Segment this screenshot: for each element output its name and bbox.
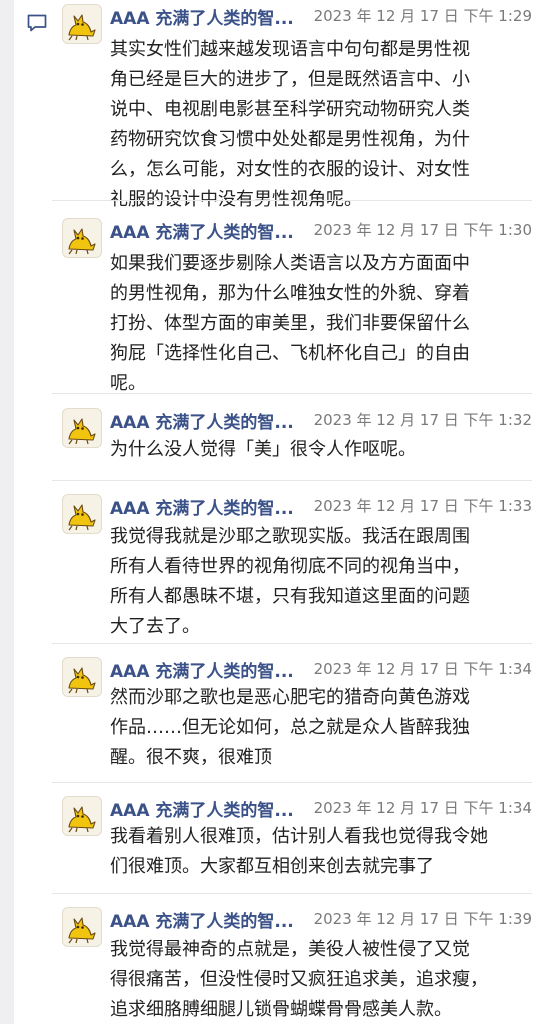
message-line: 么，怎么可能，对女性的衣服的设计、对女性 xyxy=(110,159,470,180)
yellow-cat-icon xyxy=(68,504,96,531)
message-text: 我看着别人很难顶，估计别人看我也觉得我令她 们很难顶。大家都互相创来创去就完事了 xyxy=(110,822,528,882)
message-line: 追求细胳膊细腿儿锁骨蝴蝶骨骨感美人款。 xyxy=(110,999,452,1020)
message-divider xyxy=(52,643,532,644)
message-line: 为什么没人觉得「美」很令人作呕呢。 xyxy=(110,439,416,460)
message-line: 们很难顶。大家都互相创来创去就完事了 xyxy=(110,856,434,877)
user-avatar[interactable] xyxy=(62,907,102,947)
message-divider xyxy=(52,893,532,894)
message-line: 然而沙耶之歌也是恶心肥宅的猎奇向黄色游戏 xyxy=(110,687,470,708)
message-line: 药物研究饮食习惯中处处都是男性视角，为什 xyxy=(110,129,470,150)
yellow-cat-icon xyxy=(68,14,96,41)
left-side-rail xyxy=(0,0,14,1024)
user-avatar[interactable] xyxy=(62,408,102,448)
message-line: 打扮、体型方面的审美里，我们非要保留什么 xyxy=(110,313,470,334)
username[interactable]: AAA 充满了人类的智... xyxy=(110,657,294,682)
message-divider xyxy=(52,200,532,201)
timestamp: 2023 年 12 月 17 日 下午 1:29 xyxy=(313,7,532,25)
yellow-cat-icon xyxy=(68,806,96,833)
message-line: 角已经是巨大的进步了，但是既然语言中、小 xyxy=(110,69,470,90)
message-text: 为什么没人觉得「美」很令人作呕呢。 xyxy=(110,435,528,465)
timestamp: 2023 年 12 月 17 日 下午 1:39 xyxy=(313,910,532,928)
message-line: 大了去了。 xyxy=(110,616,200,637)
user-avatar[interactable] xyxy=(62,218,102,258)
yellow-cat-icon xyxy=(68,917,96,944)
timestamp: 2023 年 12 月 17 日 下午 1:32 xyxy=(313,411,532,429)
message-text: 然而沙耶之歌也是恶心肥宅的猎奇向黄色游戏 作品……但无论如何，总之就是众人皆醉我独… xyxy=(110,683,528,773)
username[interactable]: AAA 充满了人类的智... xyxy=(110,796,294,821)
message-line: 其实女性们越来越发现语言中句句都是男性视 xyxy=(110,39,470,60)
message-text: 我觉得我就是沙耶之歌现实版。我活在跟周围 所有人看待世界的视角彻底不同的视角当中，… xyxy=(110,522,528,642)
message-line: 我看着别人很难顶，估计别人看我也觉得我令她 xyxy=(110,826,488,847)
username[interactable]: AAA 充满了人类的智... xyxy=(110,408,294,433)
message-line: 说中、电视剧电影甚至科学研究动物研究人类 xyxy=(110,99,470,120)
user-avatar[interactable] xyxy=(62,4,102,44)
comment-icon-glyph xyxy=(27,14,47,32)
message-divider xyxy=(52,480,532,481)
yellow-cat-icon xyxy=(68,418,96,445)
message-line: 所有人都愚昧不堪，只有我知道这里面的问题 xyxy=(110,586,470,607)
timestamp: 2023 年 12 月 17 日 下午 1:34 xyxy=(313,660,532,678)
message-line: 作品……但无论如何，总之就是众人皆醉我独 xyxy=(110,717,470,738)
user-avatar[interactable] xyxy=(62,657,102,697)
message-line: 我觉得我就是沙耶之歌现实版。我活在跟周围 xyxy=(110,526,470,547)
username[interactable]: AAA 充满了人类的智... xyxy=(110,218,294,243)
user-avatar[interactable] xyxy=(62,796,102,836)
timestamp: 2023 年 12 月 17 日 下午 1:34 xyxy=(313,799,532,817)
yellow-cat-icon xyxy=(68,228,96,255)
user-avatar[interactable] xyxy=(62,494,102,534)
message-line: 我觉得最神奇的点就是，美役人被性侵了又觉 xyxy=(110,939,470,960)
message-line: 呢。 xyxy=(110,373,146,394)
message-line: 得很痛苦，但没性侵时又疯狂追求美，追求瘦， xyxy=(110,969,488,990)
username[interactable]: AAA 充满了人类的智... xyxy=(110,907,294,932)
message-line: 如果我们要逐步剔除人类语言以及方方面面中 xyxy=(110,253,470,274)
message-text: 我觉得最神奇的点就是，美役人被性侵了又觉 得很痛苦，但没性侵时又疯狂追求美，追求瘦… xyxy=(110,935,528,1025)
message-text: 其实女性们越来越发现语言中句句都是男性视 角已经是巨大的进步了，但是既然语言中、小… xyxy=(110,35,528,215)
yellow-cat-icon xyxy=(68,667,96,694)
message-line: 狗屁「选择性化自己、飞机杯化自己」的自由 xyxy=(110,343,470,364)
message-line: 的男性视角，那为什么唯独女性的外貌、穿着 xyxy=(110,283,470,304)
username[interactable]: AAA 充满了人类的智... xyxy=(110,494,294,519)
message-line: 醒。很不爽，很难顶 xyxy=(110,747,272,768)
timestamp: 2023 年 12 月 17 日 下午 1:33 xyxy=(313,497,532,515)
message-line: 所有人看待世界的视角彻底不同的视角当中， xyxy=(110,556,470,577)
comment-icon[interactable] xyxy=(26,12,48,34)
username[interactable]: AAA 充满了人类的智... xyxy=(110,4,294,29)
message-divider xyxy=(52,393,532,394)
message-text: 如果我们要逐步剔除人类语言以及方方面面中 的男性视角，那为什么唯独女性的外貌、穿着… xyxy=(110,249,528,399)
timestamp: 2023 年 12 月 17 日 下午 1:30 xyxy=(313,221,532,239)
message-divider xyxy=(52,782,532,783)
